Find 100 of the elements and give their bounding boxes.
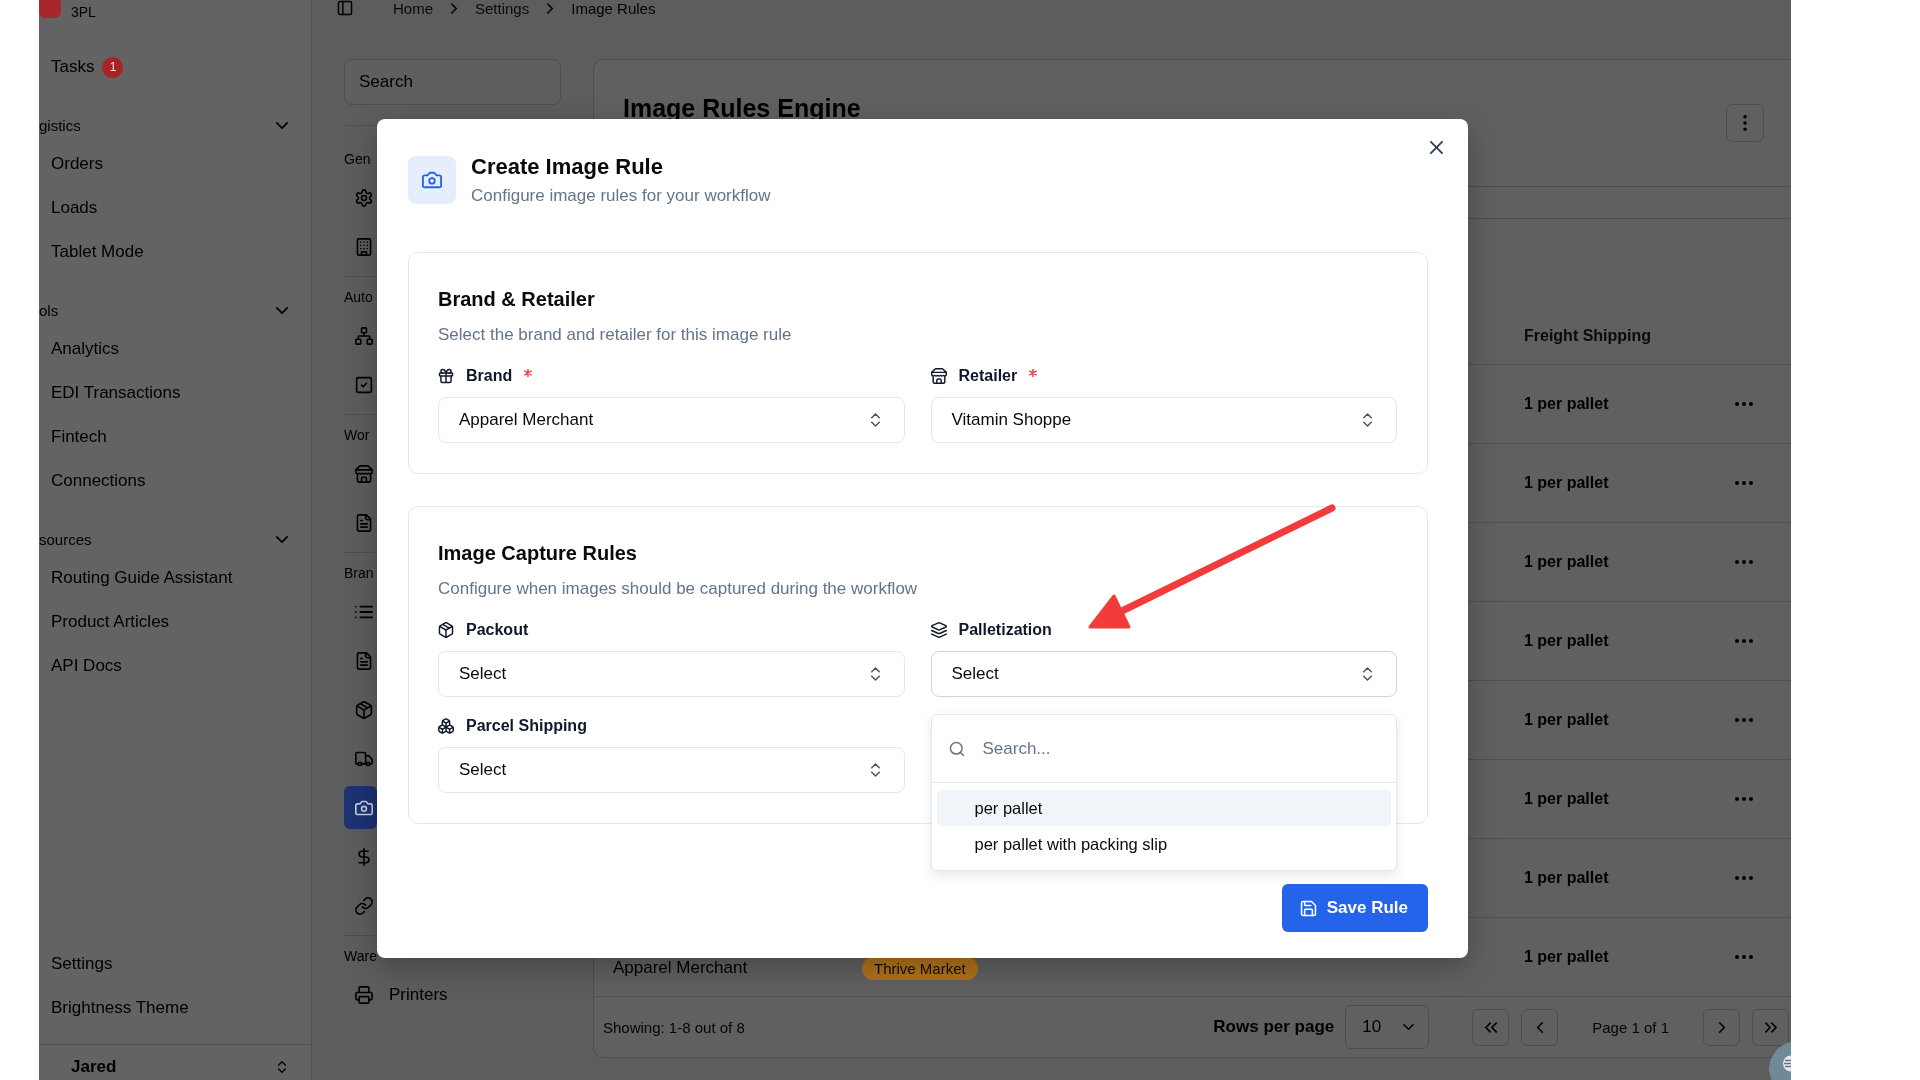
row-actions-button[interactable] [1735,639,1753,643]
box-icon [355,700,373,719]
row-actions-button[interactable] [1735,560,1753,564]
breadcrumb-current: Image Rules [571,0,656,17]
floating-action-button[interactable] [1769,1041,1791,1080]
ellipsis-icon [1735,876,1753,880]
row-actions-button[interactable] [1735,402,1753,406]
store-icon [355,464,373,483]
chevron-up-down-icon [1363,413,1372,427]
dialog-subtitle: Configure image rules for your workflow [471,185,771,207]
page-indicator: Page 1 of 1 [1592,1018,1669,1036]
sidebar-item[interactable]: Orders [39,142,103,186]
vertical-ellipsis-icon [1743,115,1747,131]
boxes-icon [438,718,454,734]
store-icon [930,368,947,384]
sidebar-item[interactable]: EDI Transactions [39,371,181,415]
sidebar-item[interactable]: API Docs [39,644,122,688]
field-label: Parcel Shipping [466,717,587,735]
settings-icon [355,188,373,207]
sidebar-item[interactable]: Analytics [39,327,120,371]
user-menu[interactable]: Jared [71,1057,286,1077]
select-field[interactable]: Select [438,651,905,697]
sidebar-item[interactable]: Brightness Theme [39,986,189,1030]
field-label: Brand [466,367,513,385]
save-button[interactable]: Save Rule [1281,884,1428,932]
dropdown-option[interactable]: per pallet [936,790,1391,826]
field-label: Packout [466,621,529,639]
rows-per-page-select[interactable]: 10 [1345,1005,1430,1049]
table-cell: 1 per pallet [1524,632,1609,650]
sidebar-item[interactable]: Tablet Mode [39,230,144,274]
last-page-button[interactable] [1752,1008,1789,1046]
table-cell: 1 per pallet [1524,790,1609,808]
sidebar-item[interactable]: Connections [39,459,146,503]
select-field[interactable]: Select [930,651,1397,697]
sidebar-item[interactable]: Product Articles [39,600,170,644]
double-chevron-left-icon [1484,1021,1497,1033]
sidebar-item[interactable]: Loads [39,186,98,230]
table-cell: 1 per pallet [1524,474,1609,492]
row-actions-button[interactable] [1735,955,1753,959]
table-cell: 1 per pallet [1524,553,1609,571]
first-page-button[interactable] [1472,1008,1510,1046]
document-icon [355,513,373,532]
close-icon [1430,141,1443,154]
row-actions-button[interactable] [1735,876,1753,880]
select-field[interactable]: Select [438,747,905,793]
section-header[interactable]: sources [39,522,311,556]
camera-icon [408,156,456,204]
chevron-up-down-icon [870,413,880,427]
layers-icon [930,622,947,638]
rows-per-page-label: Rows per page [1213,1017,1335,1037]
logo-icon [39,0,61,18]
ellipsis-icon [1735,797,1753,801]
nav-item[interactable] [344,786,377,829]
column-header: Freight Shipping [1524,326,1652,345]
close-button[interactable] [1430,141,1443,154]
row-actions-button[interactable] [1735,481,1753,485]
camera-icon [355,798,373,817]
double-chevron-right-icon [1764,1021,1777,1033]
table-cell: Apparel Merchant [613,958,748,978]
results-summary: Showing: 1-8 out of 8 [603,1018,745,1036]
previous-page-button[interactable] [1521,1008,1559,1046]
sidebar-item[interactable]: Tasks 1 [39,45,124,89]
chevron-up-down-icon [278,1061,286,1073]
count-badge: 1 [102,56,124,78]
ellipsis-icon [1735,718,1753,722]
chevron-right-icon [451,3,457,14]
next-page-button[interactable] [1703,1008,1740,1046]
checkbox-icon [355,375,373,394]
table-cell: 1 per pallet [1524,948,1609,966]
breadcrumb-link[interactable]: Settings [475,0,530,17]
row-actions-button[interactable] [1735,797,1753,801]
ellipsis-icon [1735,560,1753,564]
select-field[interactable]: Vitamin Shoppe [930,397,1397,443]
sidebar-item[interactable]: Settings [39,942,113,986]
sidebar-item[interactable]: Fintech [39,415,107,459]
printer-icon [355,985,373,1004]
chevron-down-icon [1403,1024,1415,1030]
tag: Thrive Market [862,956,978,980]
breadcrumb-link[interactable]: Home [393,0,433,17]
chevron-right-icon [547,3,554,14]
section-header[interactable]: ols [39,293,311,327]
table-cell: 1 per pallet [1524,395,1609,413]
row-actions-button[interactable] [1735,718,1753,722]
section-description: Configure when images should be captured during the workflow [438,578,918,600]
document-icon [355,651,373,670]
truck-icon [355,749,373,768]
more-button[interactable] [1726,104,1764,142]
sidebar-item[interactable]: Routing Guide Assistant [39,556,233,600]
building-icon [355,237,373,256]
section-header[interactable]: gistics [39,108,311,142]
hierarchy-icon [355,326,373,345]
table-cell: 1 per pallet [1524,711,1609,729]
search-icon [948,740,965,757]
dropdown-option[interactable]: per pallet with packing slip [936,826,1391,862]
chevron-up-down-icon [870,667,880,681]
search-field[interactable]: Search [344,59,561,105]
search-input[interactable]: Search... [982,738,1283,759]
select-field[interactable]: Apparel Merchant [438,397,905,443]
page-title: Image Rules Engine [623,93,861,124]
nav-item[interactable]: Printers [344,973,460,1016]
